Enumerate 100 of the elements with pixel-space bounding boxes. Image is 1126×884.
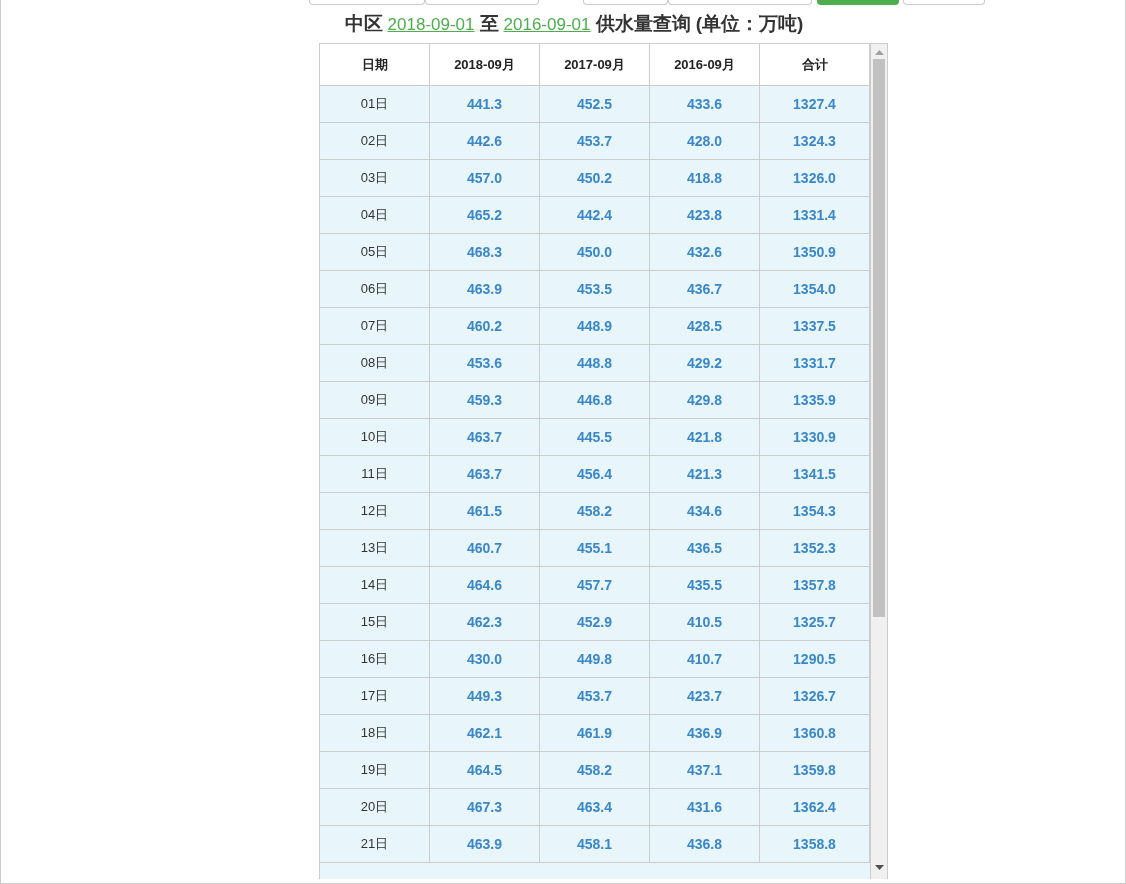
table-cell: 450.0 bbox=[540, 234, 650, 271]
date-cell: 16日 bbox=[320, 641, 430, 678]
table-cell: 462.1 bbox=[430, 715, 540, 752]
table-cell: 446.8 bbox=[540, 382, 650, 419]
table-cell: 461.5 bbox=[430, 493, 540, 530]
start-date-link[interactable]: 2018-09-01 bbox=[387, 15, 475, 35]
date-cell: 14日 bbox=[320, 567, 430, 604]
scroll-down-icon[interactable] bbox=[874, 865, 884, 870]
table-cell: 421.8 bbox=[650, 419, 760, 456]
table-cell: 458.1 bbox=[540, 826, 650, 863]
table-cell: 1324.3 bbox=[760, 123, 870, 160]
date-cell: 15日 bbox=[320, 604, 430, 641]
date-cell: 11日 bbox=[320, 456, 430, 493]
table-cell: 429.8 bbox=[650, 382, 760, 419]
date-cell: 03日 bbox=[320, 160, 430, 197]
tab[interactable] bbox=[903, 0, 985, 5]
table-cell: 1327.4 bbox=[760, 86, 870, 123]
connector-text: 至 bbox=[479, 12, 499, 36]
table-cell: 449.8 bbox=[540, 641, 650, 678]
date-cell: 06日 bbox=[320, 271, 430, 308]
table-cell: 418.8 bbox=[650, 160, 760, 197]
date-cell: 13日 bbox=[320, 530, 430, 567]
table-cell: 453.7 bbox=[540, 123, 650, 160]
table-cell: 430.0 bbox=[430, 641, 540, 678]
table-cell: 1335.9 bbox=[760, 382, 870, 419]
end-date-link[interactable]: 2016-09-01 bbox=[503, 15, 591, 35]
table-cell: 428.0 bbox=[650, 123, 760, 160]
table-cell: 1331.4 bbox=[760, 197, 870, 234]
table-cell: 1362.4 bbox=[760, 789, 870, 826]
table-cell: 436.7 bbox=[650, 271, 760, 308]
table-cell: 1357.8 bbox=[760, 567, 870, 604]
column-header: 2018-09月 bbox=[430, 44, 540, 86]
column-header: 日期 bbox=[320, 44, 430, 86]
table-cell: 410.7 bbox=[650, 641, 760, 678]
tab[interactable] bbox=[583, 0, 668, 5]
date-cell: 09日 bbox=[320, 382, 430, 419]
table-cell: 441.3 bbox=[430, 86, 540, 123]
district-name: 中区 bbox=[344, 12, 383, 36]
table-cell: 1337.5 bbox=[760, 308, 870, 345]
date-cell: 04日 bbox=[320, 197, 430, 234]
table-cell: 431.6 bbox=[650, 789, 760, 826]
table-cell: 455.1 bbox=[540, 530, 650, 567]
table-cell: 459.3 bbox=[430, 382, 540, 419]
table-cell: 452.5 bbox=[540, 86, 650, 123]
table-cell: 421.3 bbox=[650, 456, 760, 493]
date-cell: 17日 bbox=[320, 678, 430, 715]
table-cell: 460.7 bbox=[430, 530, 540, 567]
table-cell: 1290.5 bbox=[760, 641, 870, 678]
table-cell: 435.5 bbox=[650, 567, 760, 604]
table-cell: 463.9 bbox=[430, 271, 540, 308]
table-cell: 453.5 bbox=[540, 271, 650, 308]
tab[interactable] bbox=[668, 0, 812, 5]
date-cell: 12日 bbox=[320, 493, 430, 530]
table-cell: 453.7 bbox=[540, 678, 650, 715]
table-cell: 1326.0 bbox=[760, 160, 870, 197]
table-cell: 1360.8 bbox=[760, 715, 870, 752]
table-cell: 1350.9 bbox=[760, 234, 870, 271]
table-cell: 449.3 bbox=[430, 678, 540, 715]
table-cell: 463.9 bbox=[430, 826, 540, 863]
table-cell: 465.2 bbox=[430, 197, 540, 234]
tab[interactable] bbox=[425, 0, 539, 5]
date-cell: 19日 bbox=[320, 752, 430, 789]
table-cell: 1326.7 bbox=[760, 678, 870, 715]
table-cell: 463.4 bbox=[540, 789, 650, 826]
scrollbar[interactable] bbox=[871, 44, 887, 879]
date-cell: 05日 bbox=[320, 234, 430, 271]
table-cell: 448.8 bbox=[540, 345, 650, 382]
table-cell: 463.7 bbox=[430, 456, 540, 493]
table-cell: 458.2 bbox=[540, 752, 650, 789]
table-cell: 1341.5 bbox=[760, 456, 870, 493]
table-cell: 1354.0 bbox=[760, 271, 870, 308]
table-cell: 436.5 bbox=[650, 530, 760, 567]
date-cell: 21日 bbox=[320, 826, 430, 863]
table-cell: 434.6 bbox=[650, 493, 760, 530]
column-header: 2017-09月 bbox=[540, 44, 650, 86]
scroll-up-icon[interactable] bbox=[874, 50, 884, 55]
table-cell: 463.7 bbox=[430, 419, 540, 456]
table-cell: 457.7 bbox=[540, 567, 650, 604]
table-cell: 410.5 bbox=[650, 604, 760, 641]
scroll-thumb[interactable] bbox=[873, 59, 885, 617]
date-cell: 07日 bbox=[320, 308, 430, 345]
table-cell: 448.9 bbox=[540, 308, 650, 345]
table-cell: 468.3 bbox=[430, 234, 540, 271]
date-cell: 18日 bbox=[320, 715, 430, 752]
tab[interactable] bbox=[817, 0, 899, 5]
date-cell: 08日 bbox=[320, 345, 430, 382]
table-cell: 442.6 bbox=[430, 123, 540, 160]
date-cell: 02日 bbox=[320, 123, 430, 160]
table-cell: 460.2 bbox=[430, 308, 540, 345]
column-header: 合计 bbox=[760, 44, 870, 86]
table-cell: 436.9 bbox=[650, 715, 760, 752]
table-cell: 445.5 bbox=[540, 419, 650, 456]
tab[interactable] bbox=[309, 0, 425, 5]
table-cell: 1330.9 bbox=[760, 419, 870, 456]
table-cell: 452.9 bbox=[540, 604, 650, 641]
table-cell: 457.0 bbox=[430, 160, 540, 197]
table-cell: 467.3 bbox=[430, 789, 540, 826]
column-header: 2016-09月 bbox=[650, 44, 760, 86]
table-cell: 453.6 bbox=[430, 345, 540, 382]
table-cell: 464.6 bbox=[430, 567, 540, 604]
